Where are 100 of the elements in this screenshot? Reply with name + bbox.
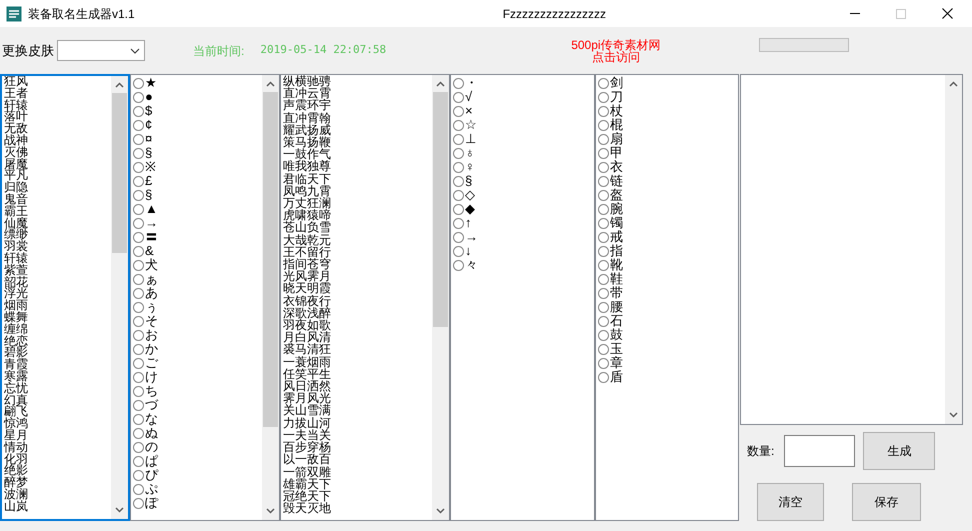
radio-button[interactable] <box>598 92 609 102</box>
list-item[interactable]: 一鼓作气 <box>283 148 432 160</box>
list-item[interactable]: 裘马清狂 <box>283 343 432 356</box>
radio-button[interactable] <box>133 190 144 200</box>
list-item[interactable]: 羽裳 <box>4 241 111 253</box>
list-item[interactable]: 青霞 <box>4 359 111 371</box>
list-item[interactable]: 凤鸣九霄 <box>283 184 432 198</box>
radio-button[interactable] <box>453 246 464 256</box>
radio-button[interactable] <box>598 232 609 242</box>
radio-button[interactable] <box>453 148 464 158</box>
save-button[interactable]: 保存 <box>852 483 921 521</box>
radio-button[interactable] <box>133 344 144 354</box>
list-item[interactable]: 冠绝天下 <box>283 490 432 502</box>
phrase-list[interactable]: 纵横驰骋 直冲云霄 声震环宇 直冲霄翰 耀武扬威 策马扬鞭 一鼓作气 唯我独尊 君临天下 凤鸣九霄 万丈狂澜 虎啸猿啼 苍山负雪 大哉乾元 王不留行 指间苍穹 光风霁月 晓天明霞 衣锦夜行 深歌浅醉 羽夜如歌 月白风清 裘马清狂 一蓑烟雨 任笑平生 风日洒然 霁月风光 关山雪满 力拔山河 一夫当关 百步穿杨 以一敌百 一箭双雕 雄霸天下 冠绝天下 毁天灭地 <box>280 74 450 521</box>
radio-button[interactable] <box>453 92 464 102</box>
radio-button[interactable] <box>133 176 144 186</box>
list-item[interactable]: 缥缈 <box>4 229 111 242</box>
radio-button[interactable] <box>598 246 609 256</box>
list-item[interactable]: 狂风 <box>4 76 111 88</box>
radio-button[interactable] <box>133 400 144 410</box>
symbol-option[interactable]: ★ <box>145 75 157 93</box>
radio-button[interactable] <box>453 134 464 144</box>
radio-button[interactable] <box>453 260 464 270</box>
list-item[interactable]: 屠魔 <box>4 158 111 170</box>
radio-button[interactable] <box>133 78 144 88</box>
list-item[interactable]: 一箭双雕 <box>283 466 432 478</box>
radio-button[interactable] <box>133 134 144 144</box>
radio-button[interactable] <box>133 106 144 116</box>
radio-button[interactable] <box>453 176 464 186</box>
radio-button[interactable] <box>133 372 144 382</box>
list-item[interactable]: 醉梦 <box>4 477 111 489</box>
list-item[interactable]: 无敌 <box>4 123 111 135</box>
radio-button[interactable] <box>133 232 144 242</box>
radio-button[interactable] <box>133 246 144 256</box>
list-item[interactable]: 大哉乾元 <box>283 234 432 246</box>
list-item[interactable]: 浮光 <box>4 288 111 300</box>
radio-button[interactable] <box>133 218 144 228</box>
list-item[interactable]: 星月 <box>4 430 111 442</box>
radio-button[interactable] <box>598 204 609 214</box>
radio-button[interactable] <box>133 484 144 494</box>
symbol-option[interactable]: け <box>145 367 158 387</box>
radio-button[interactable] <box>133 92 144 102</box>
list-item[interactable]: 雄霸天下 <box>283 478 432 490</box>
radio-button[interactable] <box>133 330 144 340</box>
list-item[interactable]: 王者 <box>4 88 111 100</box>
radio-button[interactable] <box>598 190 609 200</box>
radio-button[interactable] <box>598 316 609 326</box>
list-item[interactable]: 波澜 <box>4 488 111 501</box>
list-item[interactable]: 毁天灭地 <box>283 502 432 514</box>
list-item[interactable]: 绝恋 <box>4 336 111 348</box>
radio-button[interactable] <box>453 78 464 88</box>
radio-button[interactable] <box>598 274 609 284</box>
list-item[interactable]: 以一敌百 <box>283 453 432 466</box>
radio-button[interactable] <box>598 372 609 382</box>
scrollbar[interactable] <box>262 75 279 520</box>
list-item[interactable]: 幻真 <box>4 394 111 406</box>
symbol-option[interactable]: な <box>145 409 158 429</box>
symbol-option[interactable]: 剑 <box>610 75 623 93</box>
list-item[interactable]: 绝影 <box>4 465 111 478</box>
word-list[interactable]: 狂风 王者 轩辕 落叶 无敌 战神 灭佛 屠魔 平凡 归隐 鬼音 霸王 仙魔 缥缈 羽裳 轩辕 紫萱 韶花 浮光 烟雨 蝶舞 缠绵 绝恋 碧影 青霞 寒露 忘忧 幻真 翩飞 惊鸿 星月 情动 化羽 绝影 醉梦 波澜 山岚 <box>0 74 130 521</box>
radio-button[interactable] <box>598 330 609 340</box>
list-item[interactable]: 声震环宇 <box>283 99 432 112</box>
list-item[interactable]: 力拔山河 <box>283 416 432 429</box>
scroll-thumb[interactable] <box>433 92 448 327</box>
radio-button[interactable] <box>598 78 609 88</box>
list-item[interactable]: 风日洒然 <box>283 380 432 392</box>
list-item[interactable]: 灭佛 <box>4 146 111 159</box>
scroll-down-icon[interactable] <box>436 508 445 514</box>
list-item[interactable]: 碧影 <box>4 347 111 360</box>
list-item[interactable]: 鬼音 <box>4 194 111 206</box>
generate-button[interactable]: 生成 <box>863 432 936 470</box>
list-item[interactable]: 烟雨 <box>4 300 111 312</box>
list-item[interactable]: 策马扬鞭 <box>283 136 432 148</box>
list-item[interactable]: 忘忧 <box>4 382 111 395</box>
list-item[interactable]: 战神 <box>4 134 111 147</box>
radio-button[interactable] <box>453 204 464 214</box>
radio-button[interactable] <box>133 386 144 396</box>
radio-button[interactable] <box>133 456 144 466</box>
list-item[interactable]: 耀武扬威 <box>283 124 432 136</box>
scroll-up-icon[interactable] <box>436 81 445 87</box>
radio-button[interactable] <box>598 120 609 130</box>
list-item[interactable]: 韶花 <box>4 276 111 288</box>
list-item[interactable]: 君临天下 <box>283 172 432 185</box>
radio-button[interactable] <box>598 148 609 158</box>
list-item[interactable]: 惊鸿 <box>4 418 111 430</box>
radio-button[interactable] <box>598 260 609 270</box>
list-item[interactable]: 关山雪满 <box>283 404 432 417</box>
count-input[interactable] <box>784 435 856 467</box>
symbol-option[interactable]: ぽ <box>145 493 158 513</box>
radio-button[interactable] <box>133 414 144 424</box>
skin-dropdown[interactable] <box>57 40 145 61</box>
radio-button[interactable] <box>453 120 464 130</box>
list-item[interactable]: 纵横驰骋 <box>283 75 432 88</box>
list-item[interactable]: 苍山负雪 <box>283 221 432 234</box>
radio-button[interactable] <box>598 134 609 144</box>
radio-button[interactable] <box>453 190 464 200</box>
list-item[interactable]: 直冲霄翰 <box>283 112 432 124</box>
symbol-option[interactable]: ぱ <box>145 451 158 471</box>
list-item[interactable]: 化羽 <box>4 454 111 466</box>
list-item[interactable]: 情动 <box>4 442 111 454</box>
